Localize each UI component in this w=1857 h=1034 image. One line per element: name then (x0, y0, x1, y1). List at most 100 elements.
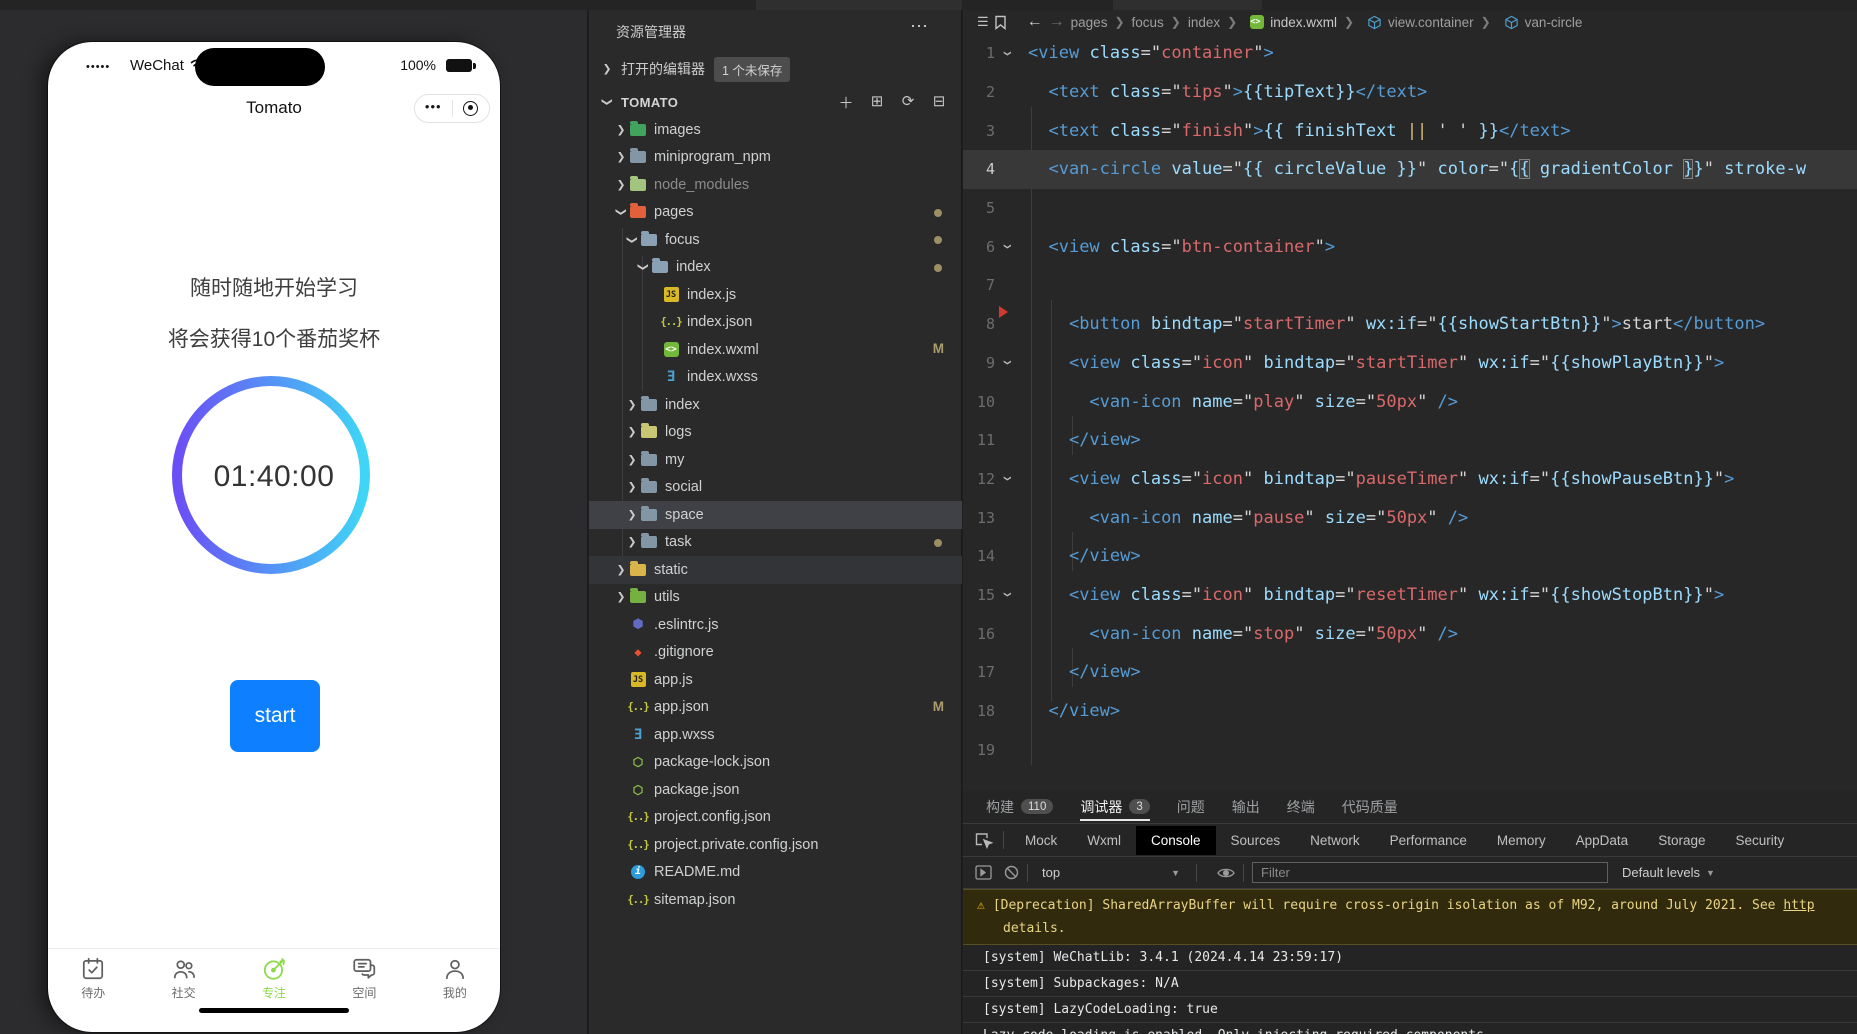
code-line-14[interactable]: 14 </view> (963, 537, 1857, 576)
file-tree-item-index.wxml[interactable]: <> index.wxml M (589, 336, 962, 364)
fold-chevron-icon[interactable]: ❯ (1002, 351, 1013, 375)
debugger-tab-输出[interactable]: 输出 (1232, 790, 1260, 824)
frame-context-select[interactable]: top ▼ (1036, 865, 1188, 880)
breadcrumb-folder[interactable]: index (1188, 15, 1220, 30)
code-line-11[interactable]: 11 </view> (963, 421, 1857, 460)
debugger-tab-代码质量[interactable]: 代码质量 (1342, 790, 1398, 824)
file-tree-item-index.wxss[interactable]: Ǝindex.wxss (589, 364, 962, 392)
file-tree-item-app.wxss[interactable]: Ǝapp.wxss (589, 721, 962, 749)
debugger-tab-构建[interactable]: 构建 110 (986, 790, 1054, 824)
start-button[interactable]: start (230, 680, 320, 752)
file-tree-item-task[interactable]: ❯ task (589, 529, 962, 557)
refresh-icon[interactable]: ⟳ (899, 92, 917, 113)
file-tree-item-index[interactable]: ❯ index (589, 391, 962, 419)
file-tree-item-utils[interactable]: ❯ utils (589, 584, 962, 612)
breadcrumb-folder[interactable]: pages (1071, 15, 1108, 30)
file-tree-item-index.js[interactable]: JS index.js (589, 281, 962, 309)
code-line-10[interactable]: 10 <van-icon name="play" size="50px" /> (963, 382, 1857, 421)
file-tree-item-social[interactable]: ❯ social (589, 474, 962, 502)
fold-chevron-icon[interactable]: ❯ (1002, 235, 1013, 259)
capsule-menu[interactable]: ••• (414, 94, 490, 123)
file-tree-item-README.md[interactable]: i README.md (589, 859, 962, 887)
tab-bar-item-空间[interactable]: 空间 (319, 949, 409, 1010)
inspector-tab-performance[interactable]: Performance (1375, 826, 1482, 855)
new-folder-icon[interactable]: ⊞ (868, 92, 886, 113)
breadcrumb-symbol[interactable]: van-circle (1525, 15, 1583, 30)
inspector-tab-mock[interactable]: Mock (1010, 826, 1072, 855)
code-line-2[interactable]: 2 <text class="tips">{{tipText}}</text> (963, 73, 1857, 112)
code-line-18[interactable]: 18 </view> (963, 692, 1857, 731)
breadcrumb-symbol[interactable]: view.container (1388, 15, 1474, 30)
code-line-15[interactable]: 15 ❯ <view class="icon" bindtap="resetTim… (963, 576, 1857, 615)
file-tree-item-package.json[interactable]: ⬡ package.json (589, 776, 962, 804)
inspector-tab-storage[interactable]: Storage (1643, 826, 1720, 855)
file-tree-item-space[interactable]: ❯ space (589, 501, 962, 529)
inspect-element-icon[interactable] (975, 832, 993, 849)
breakpoint-arrow[interactable] (999, 306, 1008, 318)
debugger-tab-终端[interactable]: 终端 (1287, 790, 1315, 824)
breadcrumb-file[interactable]: index.wxml (1270, 15, 1337, 30)
code-area[interactable]: 1 ❯ <view class="container"> 2 <text class=… (963, 34, 1857, 769)
fold-chevron-icon[interactable]: ❯ (1002, 41, 1013, 65)
file-tree-item-static[interactable]: ❯ static (589, 556, 962, 584)
file-tree-item-app.json[interactable]: {..} app.json M (589, 694, 962, 722)
inspector-tab-security[interactable]: Security (1721, 826, 1800, 855)
file-tree-item-miniprogram_npm[interactable]: ❯ miniprogram_npm (589, 144, 962, 172)
file-tree-item-sitemap.json[interactable]: {..} sitemap.json (589, 886, 962, 914)
code-line-8[interactable]: 8 <button bindtap="startTimer" wx:if="{{… (963, 305, 1857, 344)
inspector-tab-network[interactable]: Network (1295, 826, 1375, 855)
code-line-4[interactable]: 4 <van-circle value="{{ circleValue }}" … (963, 150, 1857, 189)
tab-bar-item-待办[interactable]: 待办 (48, 949, 138, 1010)
bookmark-icon[interactable] (994, 15, 1007, 30)
file-tree-item-images[interactable]: ❯ images (589, 116, 962, 144)
inspector-tab-console[interactable]: Console (1136, 825, 1216, 855)
inspector-tab-sources[interactable]: Sources (1216, 826, 1296, 855)
inspector-tab-memory[interactable]: Memory (1482, 826, 1561, 855)
file-tree-item-focus[interactable]: ❯ focus (589, 226, 962, 254)
debugger-tab-调试器[interactable]: 调试器 3 (1080, 790, 1151, 824)
code-line-3[interactable]: 3 <text class="finish">{{ finishText || … (963, 111, 1857, 150)
inspector-tab-wxml[interactable]: Wxml (1072, 826, 1136, 855)
fold-chevron-icon[interactable]: ❯ (1002, 467, 1013, 491)
inspector-tab-appdata[interactable]: AppData (1561, 826, 1644, 855)
code-line-5[interactable]: 5 (963, 189, 1857, 228)
code-line-19[interactable]: 19 (963, 730, 1857, 769)
code-line-7[interactable]: 7 (963, 266, 1857, 305)
project-root-row[interactable]: ❯ TOMATO ＋ ⊞ ⟳ ⊟ (589, 88, 962, 116)
tab-bar-item-社交[interactable]: 社交 (138, 949, 228, 1010)
warning-link[interactable]: http (1783, 898, 1814, 913)
file-tree-item-.gitignore[interactable]: ◆ .gitignore (589, 639, 962, 667)
close-target-icon[interactable] (453, 101, 490, 116)
file-tree-item-.eslintrc.js[interactable]: ⬢ .eslintrc.js (589, 611, 962, 639)
eye-icon[interactable] (1217, 866, 1235, 880)
breadcrumb-folder[interactable]: focus (1132, 15, 1164, 30)
file-tree-item-package-lock.json[interactable]: ⬡ package-lock.json (589, 749, 962, 777)
navigate-back-icon[interactable]: ← (1027, 13, 1043, 31)
debugger-tab-问题[interactable]: 问题 (1177, 790, 1205, 824)
explorer-more-actions-icon[interactable]: ⋯ (910, 16, 929, 37)
code-line-6[interactable]: 6 ❯ <view class="btn-container"> (963, 227, 1857, 266)
file-tree-item-project.private.config.json[interactable]: {..} project.private.config.json (589, 831, 962, 859)
fold-chevron-icon[interactable]: ❯ (1002, 583, 1013, 607)
console-sidebar-icon[interactable] (975, 865, 992, 880)
code-line-9[interactable]: 9 ❯ <view class="icon" bindtap="startTime… (963, 344, 1857, 383)
code-line-1[interactable]: 1 ❯ <view class="container"> (963, 34, 1857, 73)
file-tree-item-index[interactable]: ❯ index (589, 254, 962, 282)
file-tree-item-pages[interactable]: ❯ pages (589, 199, 962, 227)
more-menu-icon[interactable]: ••• (415, 99, 452, 119)
tab-bar-item-我的[interactable]: 我的 (410, 949, 500, 1010)
code-line-13[interactable]: 13 <van-icon name="pause" size="50px" /> (963, 498, 1857, 537)
file-tree-item-my[interactable]: ❯ my (589, 446, 962, 474)
new-file-icon[interactable]: ＋ (837, 92, 855, 113)
log-levels-select[interactable]: Default levels ▼ (1622, 865, 1715, 880)
collapse-all-icon[interactable]: ⊟ (930, 92, 948, 113)
file-tree-item-index.json[interactable]: {..} index.json (589, 309, 962, 337)
file-tree-item-node_modules[interactable]: ❯ node_modules (589, 171, 962, 199)
clear-console-icon[interactable] (1004, 865, 1019, 880)
file-tree-item-app.js[interactable]: JS app.js (589, 666, 962, 694)
open-editors-section[interactable]: ❯ 打开的编辑器 1 个未保存 (589, 54, 962, 84)
code-line-16[interactable]: 16 <van-icon name="stop" size="50px" /> (963, 614, 1857, 653)
outline-list-icon[interactable]: ☰ (977, 14, 989, 30)
code-line-12[interactable]: 12 ❯ <view class="icon" bindtap="pauseTim… (963, 460, 1857, 499)
file-tree-item-project.config.json[interactable]: {..} project.config.json (589, 804, 962, 832)
